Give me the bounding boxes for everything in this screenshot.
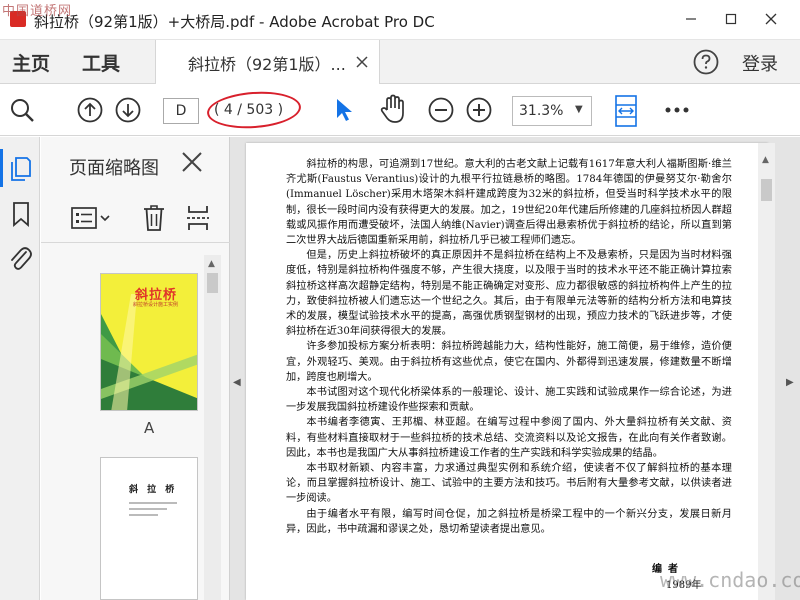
thumbnail-a-label: A xyxy=(144,419,155,437)
tab-bar: 主页 工具 斜拉桥（92第1版）... 登录 xyxy=(0,40,800,84)
zoom-value: 31.3% xyxy=(519,103,564,119)
paragraph: 斜拉桥的构思，可追溯到17世纪。意大利的古老文献上记载有1617年意大利人福斯图… xyxy=(286,159,732,247)
document-scroll-thumb[interactable] xyxy=(761,179,772,201)
close-icon xyxy=(356,56,368,68)
help-button[interactable] xyxy=(693,49,719,75)
attachments-button[interactable] xyxy=(6,243,34,273)
zoom-in-button[interactable] xyxy=(465,96,493,124)
watermark-top-left: 中国道桥网 xyxy=(2,4,73,19)
paragraph: 许多参加投标方案分析表明：斜拉桥跨越能力大，结构性能好，施工简便，易于维修，造价… xyxy=(286,341,732,383)
delete-page-button[interactable] xyxy=(141,203,167,233)
left-rail xyxy=(0,137,40,600)
watermark-bottom-right: www.cndao.com xyxy=(660,568,800,592)
paragraph: 本书取材新颖、内容丰富，力求通过典型实例和系统介绍，使读者不仅了解斜拉桥的基本理… xyxy=(286,463,732,505)
thumbnail-a-title: 斜拉桥 xyxy=(135,288,178,303)
document-area: ◀ 斜拉桥的构思，可追溯到17世纪。意大利的古老文献上记载有1617年意大利人福… xyxy=(230,137,800,600)
paragraph: 但是，历史上斜拉桥破坏的真正原因并不是斜拉桥在结构上不及悬索桥，只是因为当时材料… xyxy=(286,250,732,338)
thumbnail-b-text-lines xyxy=(129,502,177,520)
minus-circle-icon xyxy=(428,97,454,123)
toolbar: ( 4 / 503 ) 31.3% ▼ xyxy=(0,84,800,136)
panel-close-button[interactable] xyxy=(181,151,207,177)
pdf-page: 斜拉桥的构思，可追溯到17世纪。意大利的古老文献上记载有1617年意大利人福斯图… xyxy=(246,143,768,600)
more-tools-button[interactable] xyxy=(662,96,692,124)
page-thumbnail-b[interactable]: 斜 拉 桥 xyxy=(100,457,198,600)
document-scrollbar[interactable]: ▲ xyxy=(758,143,775,600)
page-text: 斜拉桥的构思，可追溯到17世纪。意大利的古老文献上记载有1617年意大利人福斯图… xyxy=(286,157,732,537)
minimize-button[interactable] xyxy=(676,6,706,32)
tab-close-button[interactable] xyxy=(356,53,368,72)
pointer-arrow-icon xyxy=(337,99,352,121)
paragraph: 本书试图对这个现代化桥梁体系的一般理论、设计、施工实践和试验成果作一综合论述，为… xyxy=(286,387,732,414)
previous-page-button[interactable] xyxy=(76,96,104,124)
collapse-right-pane-icon[interactable]: ▶ xyxy=(786,377,794,388)
red-annotation-ellipse xyxy=(205,88,303,132)
plus-circle-icon xyxy=(466,97,492,123)
scroll-up-arrow-icon[interactable]: ▲ xyxy=(208,259,215,269)
page-thumbnail-a[interactable]: 斜拉桥 斜拉桥设计施工实例 xyxy=(100,273,198,411)
fit-width-icon xyxy=(615,95,637,127)
hand-icon xyxy=(380,94,404,123)
insert-page-button[interactable] xyxy=(185,203,211,233)
title-bar: 斜拉桥（92第1版）+大桥局.pdf - Adobe Acrobat Pro D… xyxy=(0,0,800,40)
paperclip-icon xyxy=(11,247,32,270)
select-tool-button[interactable] xyxy=(332,96,356,124)
trash-icon xyxy=(144,205,164,231)
close-icon xyxy=(765,13,777,25)
thumbnail-b-title: 斜 拉 桥 xyxy=(129,485,178,495)
panel-title: 页面缩略图 xyxy=(69,158,159,179)
next-page-button[interactable] xyxy=(114,96,142,124)
minimize-icon xyxy=(686,18,696,20)
search-button[interactable] xyxy=(8,96,36,124)
hand-tool-button[interactable] xyxy=(378,94,408,124)
zoom-out-button[interactable] xyxy=(427,96,455,124)
collapse-left-pane-icon[interactable]: ◀ xyxy=(233,377,241,388)
maximize-button[interactable] xyxy=(716,6,746,32)
login-button[interactable]: 登录 xyxy=(742,50,778,76)
thumbnails-scroll-thumb[interactable] xyxy=(207,273,218,293)
list-options-icon xyxy=(71,207,110,229)
thumbnail-options-button[interactable] xyxy=(71,205,111,231)
page-thumbnails-button[interactable] xyxy=(8,155,34,183)
paragraph: 由于编者水平有限，编写时间仓促，加之斜拉桥是桥梁工程中的一个新兴分支，发展日新月… xyxy=(286,508,732,535)
zoom-dropdown[interactable]: 31.3% ▼ xyxy=(512,96,592,126)
panel-toolbar xyxy=(41,193,230,243)
chevron-down-icon: ▼ xyxy=(575,104,583,115)
maximize-icon xyxy=(725,13,737,25)
search-icon xyxy=(11,99,34,122)
close-icon xyxy=(182,152,202,172)
bookmark-icon xyxy=(13,202,29,227)
page-number-input[interactable] xyxy=(163,98,199,124)
scroll-up-arrow-icon[interactable]: ▲ xyxy=(762,155,769,165)
page-thumbnails-icon xyxy=(11,157,31,181)
help-icon xyxy=(693,49,719,75)
arrow-up-circle-icon xyxy=(77,97,103,123)
paragraph: 本书编者李德寅、王邦楣、林亚超。在编写过程中参阅了国内、外大量斜拉桥有关文献、资… xyxy=(286,417,732,459)
bookmarks-button[interactable] xyxy=(8,199,34,229)
tab-document-label: 斜拉桥（92第1版）... xyxy=(188,55,346,74)
fit-page-button[interactable] xyxy=(612,92,640,130)
window-title: 斜拉桥（92第1版）+大桥局.pdf - Adobe Acrobat Pro D… xyxy=(34,13,435,31)
arrow-down-circle-icon xyxy=(115,97,141,123)
menu-tools[interactable]: 工具 xyxy=(82,49,120,76)
thumbnails-scrollbar[interactable]: ▲ xyxy=(204,255,221,600)
menu-home[interactable]: 主页 xyxy=(12,49,50,76)
close-window-button[interactable] xyxy=(756,6,786,32)
thumbnails-panel: 页面缩略图 ▲ 斜拉桥 斜拉桥设计施工实例 A 斜 拉 桥 xyxy=(41,137,230,600)
tab-document[interactable]: 斜拉桥（92第1版）... xyxy=(155,40,380,84)
more-horizontal-icon xyxy=(665,107,689,113)
thumbnail-a-subtitle: 斜拉桥设计施工实例 xyxy=(133,302,179,308)
insert-page-icon xyxy=(187,206,209,230)
